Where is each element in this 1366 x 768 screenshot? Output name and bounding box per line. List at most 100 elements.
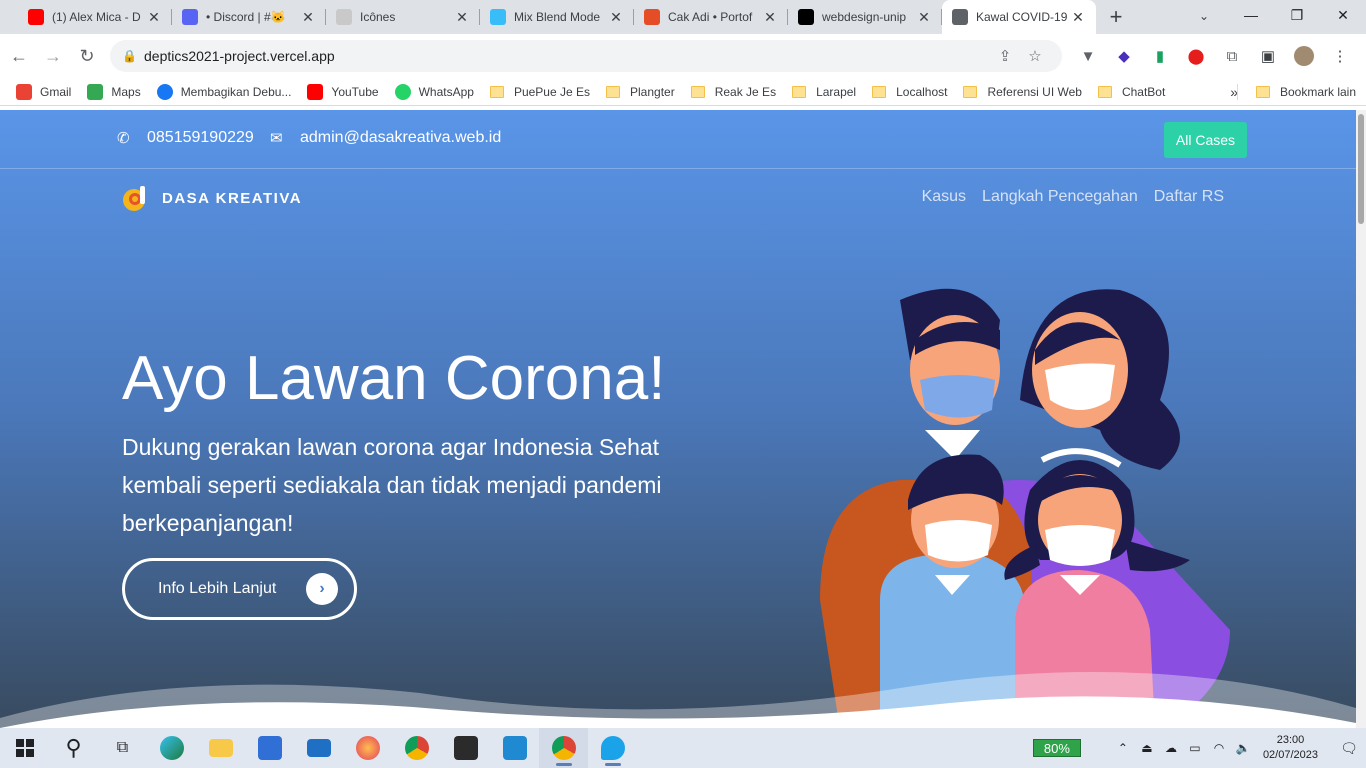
bookmark-item[interactable]: Gmail [8,80,79,104]
browser-tab[interactable]: webdesign-unip ✕ [788,0,942,34]
maximize-icon[interactable]: ❐ [1274,0,1320,30]
discord-icon [182,9,198,25]
close-tab-icon[interactable]: ✕ [1070,9,1086,26]
bookmark-label: Maps [111,84,141,99]
brand-logo[interactable]: DASA KREATIVA [122,184,302,212]
close-tab-icon[interactable]: ✕ [146,9,162,26]
side-panel-icon[interactable]: ▣ [1250,34,1286,78]
cloud-icon[interactable]: ☁ [1159,741,1183,755]
minimize-icon[interactable]: — [1228,0,1274,30]
start-button[interactable] [0,728,49,768]
bookmark-item[interactable]: YouTube [299,80,386,104]
scrollbar-thumb[interactable] [1358,114,1364,224]
close-tab-icon[interactable]: ✕ [454,9,470,26]
firefox-icon[interactable] [343,728,392,768]
file-explorer-icon[interactable] [196,728,245,768]
lock-icon[interactable]: 🔒 [122,49,144,63]
terminal-icon[interactable] [441,728,490,768]
globe-icon [952,9,968,25]
edge-icon[interactable] [147,728,196,768]
browser-tab[interactable]: (1) Alex Mica - D ✕ [18,0,172,34]
bookmark-item[interactable]: Larapel [784,80,864,104]
chevron-right-icon: › [306,573,338,605]
tab-title: webdesign-unip [822,10,907,24]
gmail-icon [16,83,32,100]
close-tab-icon[interactable]: ✕ [762,9,778,26]
close-tab-icon[interactable]: ✕ [608,9,624,26]
page-scrollbar[interactable] [1356,110,1366,728]
info-more-button[interactable]: Info Lebih Lanjut › [122,558,357,620]
maps-icon [87,83,104,100]
browser-tab[interactable]: Cak Adi • Portof ✕ [634,0,788,34]
address-url[interactable]: deptics2021-project.vercel.app [144,48,990,64]
folder-icon [690,85,705,98]
menu-icon[interactable]: ⋮ [1322,34,1358,78]
address-bar[interactable]: 🔒 deptics2021-project.vercel.app ⇪ ☆ [110,40,1062,72]
bookmark-item[interactable]: PuePue Je Es [482,80,598,104]
nav-kasus[interactable]: Kasus [922,188,966,206]
microsoft-store-icon[interactable] [245,728,294,768]
vscode-icon[interactable] [490,728,539,768]
new-tab-button[interactable]: + [1102,3,1130,31]
bookmark-item[interactable]: Maps [79,80,148,104]
vimium-extension-icon[interactable]: ▼ [1070,34,1106,78]
reload-icon[interactable]: ↻ [70,39,104,73]
search-icon[interactable]: ⚲ [49,728,98,768]
bookmark-label: Referensi UI Web [987,84,1082,99]
bookmark-item[interactable]: Plangter [598,80,683,104]
folder-icon [1097,85,1112,98]
puzzle-icon[interactable]: ⧉ [1214,34,1250,78]
browser-tab[interactable]: Icônes ✕ [326,0,480,34]
close-window-icon[interactable]: ✕ [1320,0,1366,30]
bookmark-star-icon[interactable]: ☆ [1020,47,1050,65]
clock[interactable]: 23:00 02/07/2023 [1263,733,1318,763]
bookmark-item[interactable]: ChatBot [1090,80,1173,104]
clock-date: 02/07/2023 [1262,749,1318,761]
extension-badge-icon[interactable]: ◆ [1106,34,1142,78]
bookmark-label: Reak Je Es [714,84,777,99]
other-bookmarks[interactable]: Bookmark lain [1248,80,1364,104]
bookmark-label: Localhost [896,84,948,99]
profile-avatar[interactable] [1286,34,1322,78]
wifi-icon[interactable]: ◠ [1207,741,1231,755]
volume-icon[interactable]: 🔈 [1231,741,1255,755]
bookmark-item[interactable]: Reak Je Es [683,80,784,104]
forward-icon[interactable]: → [36,39,70,73]
bookmark-item[interactable]: Referensi UI Web [955,80,1089,104]
web-page: ✆ 085159190229 ✉ admin@dasakreativa.web.… [0,110,1356,728]
browser-tab[interactable]: Mix Blend Mode ✕ [480,0,634,34]
bookmark-label: Membagikan Debu... [180,84,292,99]
nav-langkah-pencegahan[interactable]: Langkah Pencegahan [982,188,1138,206]
opera-extension-icon[interactable]: ⬤ [1178,34,1214,78]
browser-tab[interactable]: • Discord | #🐱 ✕ [172,0,326,34]
close-tab-icon[interactable]: ✕ [300,9,316,26]
back-icon[interactable]: ← [2,39,36,73]
phone-contact[interactable]: ✆ 085159190229 [117,129,254,147]
bookmark-item[interactable]: WhatsApp [387,80,482,104]
browser-tab[interactable]: Kawal COVID-19 ✕ [942,0,1096,34]
bookmark-label: YouTube [331,84,379,99]
notifications-icon[interactable]: 🗨 [1332,740,1366,757]
tab-title: Icônes [360,10,396,24]
mail-icon[interactable] [294,728,343,768]
usb-icon[interactable]: ⏏ [1135,741,1159,755]
close-tab-icon[interactable]: ✕ [916,9,932,26]
all-cases-button[interactable]: All Cases [1164,122,1247,158]
clock-time: 23:00 [1276,734,1305,746]
task-view-icon[interactable]: ⧉ [98,728,147,768]
windows-taskbar: ⚲ ⧉ 80% ⌃ ⏏ ☁ ▭ ◠ 🔈 23:00 02/07/2023 🗨 [0,728,1366,768]
email-contact[interactable]: ✉ admin@dasakreativa.web.id [270,129,501,147]
battery-icon[interactable]: ▭ [1183,741,1207,755]
share-icon[interactable]: ⇪ [990,47,1020,65]
chrome-icon[interactable] [392,728,441,768]
bookmark-item[interactable]: Localhost [864,80,955,104]
blue-app-icon[interactable] [588,728,637,768]
toggl-extension-icon[interactable]: ▮ [1142,34,1178,78]
chrome-active-icon[interactable] [539,728,588,768]
bookmarks-bar: Gmail Maps Membagikan Debu... YouTube WhatsA… [0,78,1366,106]
bookmark-item[interactable]: Membagikan Debu... [149,80,300,104]
nav-daftar-rs[interactable]: Daftar RS [1154,188,1224,206]
battery-indicator[interactable]: 80% [1032,739,1081,757]
tab-search-icon[interactable]: ⌄ [1192,6,1216,26]
chevron-up-icon[interactable]: ⌃ [1111,741,1135,755]
